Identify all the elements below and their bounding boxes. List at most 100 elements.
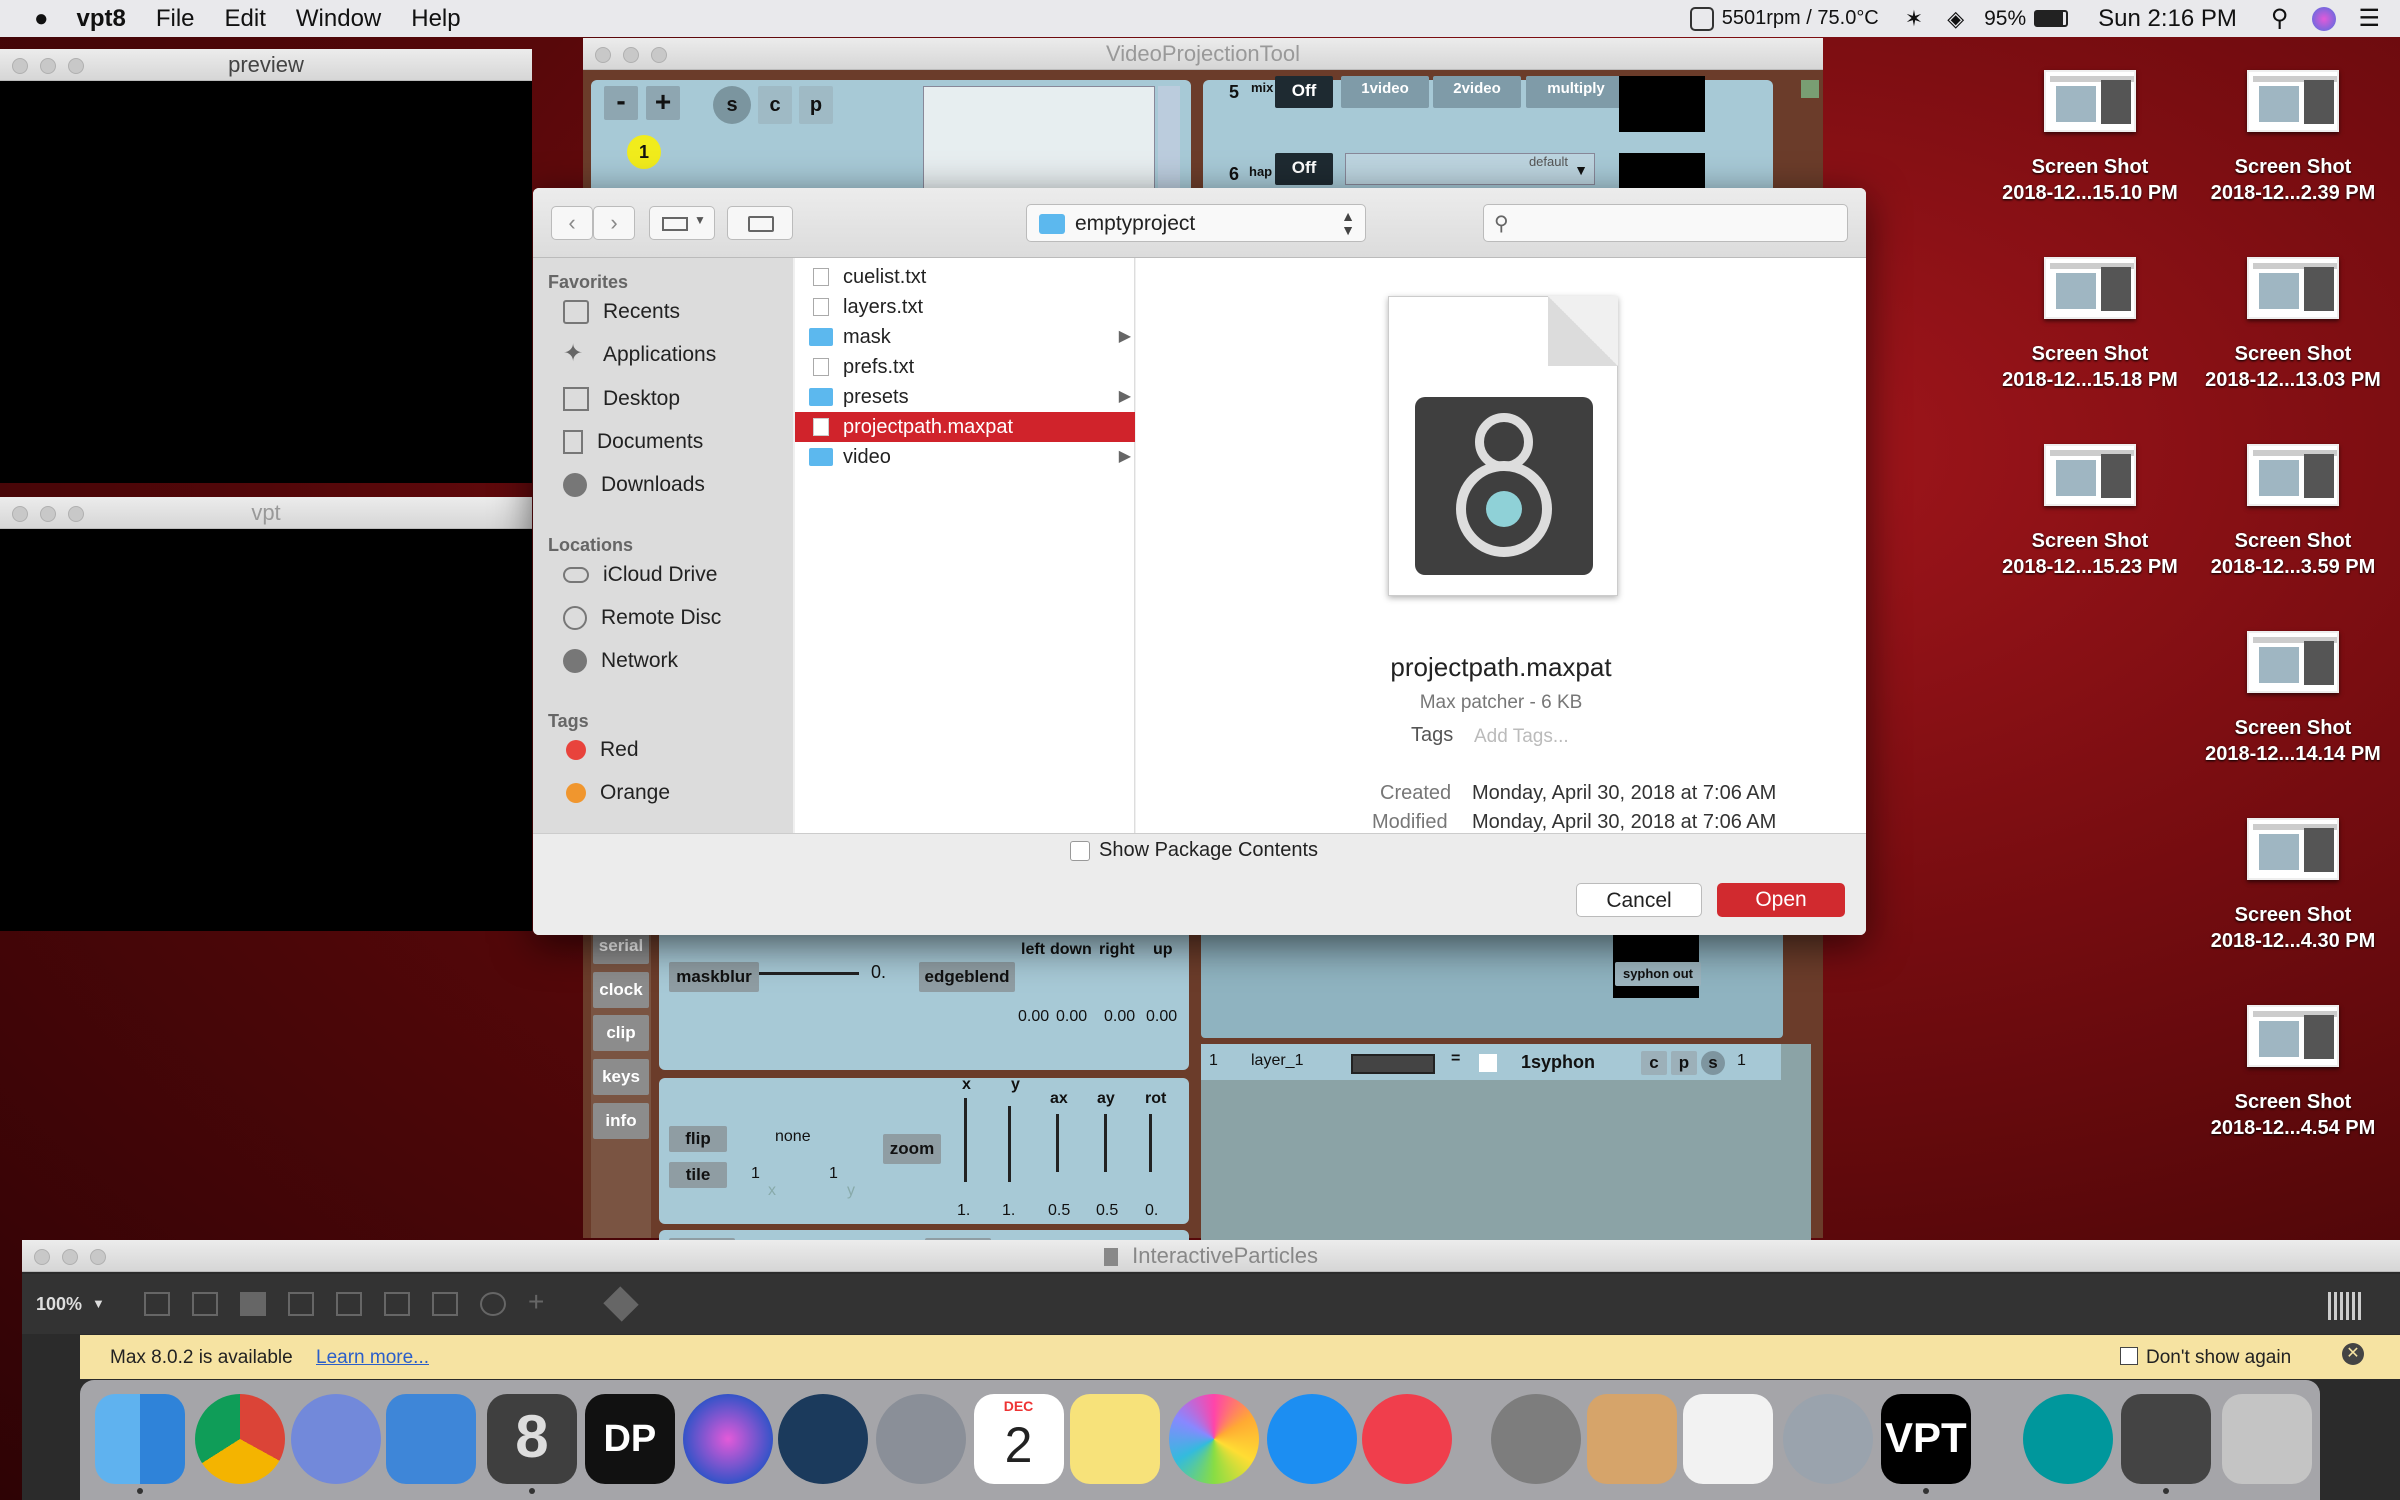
fan-status-icon[interactable] bbox=[1689, 6, 1714, 31]
discord-icon[interactable] bbox=[291, 1394, 382, 1484]
layer-p-button[interactable]: p bbox=[1671, 1051, 1697, 1075]
window-controls[interactable] bbox=[34, 1249, 106, 1265]
finder-icon[interactable] bbox=[95, 1394, 186, 1484]
bluetooth-icon[interactable]: ✶ bbox=[1905, 6, 1923, 32]
vpt-tool-title-bar[interactable]: VideoProjectionTool bbox=[583, 38, 1823, 70]
layer-row[interactable]: 1 layer_1 = 1syphon c p s 1 bbox=[1201, 1044, 1781, 1080]
maskblur-button[interactable]: maskblur bbox=[669, 962, 759, 992]
play-icon[interactable] bbox=[384, 1292, 410, 1316]
menu-edit[interactable]: Edit bbox=[225, 5, 266, 33]
photos-icon[interactable] bbox=[1169, 1394, 1260, 1484]
p-button[interactable]: p bbox=[799, 86, 833, 124]
tile-y-value[interactable]: 1 bbox=[829, 1165, 838, 1183]
siri-menu-icon[interactable] bbox=[2312, 6, 2337, 31]
edgeblend-button[interactable]: edgeblend bbox=[919, 962, 1015, 992]
file-row[interactable]: projectpath.maxpat bbox=[795, 412, 1135, 442]
zoom-button[interactable]: zoom bbox=[883, 1134, 941, 1164]
menu-window[interactable]: Window bbox=[296, 5, 381, 33]
sidebar-item-network[interactable]: Network bbox=[563, 649, 678, 673]
sidebar-item-remote-disc[interactable]: Remote Disc bbox=[563, 606, 721, 630]
file-row[interactable]: video ▶ bbox=[795, 442, 1135, 472]
screenshots-folder-icon[interactable] bbox=[2121, 1394, 2212, 1484]
close-button[interactable] bbox=[595, 47, 611, 63]
file-row[interactable]: layers.txt bbox=[795, 292, 1135, 322]
file-row[interactable]: cuelist.txt bbox=[795, 262, 1135, 292]
app-menu[interactable]: vpt8 bbox=[77, 5, 126, 33]
tab-keys[interactable]: keys bbox=[593, 1059, 649, 1095]
desktop-file-screenshot[interactable]: Screen Shot 2018-12...13.03 PM bbox=[2193, 257, 2393, 393]
zoom-button[interactable] bbox=[68, 506, 84, 522]
preview-title-bar[interactable]: preview bbox=[0, 49, 532, 81]
row5-tab-2video[interactable]: 2video bbox=[1433, 76, 1521, 108]
tab-info[interactable]: info bbox=[593, 1103, 649, 1139]
syphon-out-label[interactable]: syphon out bbox=[1615, 962, 1701, 986]
dont-show-checkbox[interactable] bbox=[2120, 1347, 2138, 1365]
vpt-icon[interactable]: VPT bbox=[1880, 1394, 1971, 1484]
minimize-button[interactable] bbox=[40, 58, 56, 74]
sidebar-item-applications[interactable]: ✦ Applications bbox=[563, 342, 716, 367]
panel-icon[interactable] bbox=[432, 1292, 458, 1316]
minimize-button[interactable] bbox=[40, 506, 56, 522]
zoom-level[interactable]: 100% bbox=[36, 1294, 82, 1315]
window-controls[interactable] bbox=[12, 506, 84, 522]
max-icon[interactable]: 8 bbox=[486, 1394, 577, 1484]
dont-show-label[interactable]: Don't show again bbox=[2146, 1347, 2291, 1369]
arduino-icon[interactable] bbox=[2023, 1394, 2114, 1484]
calculator-icon[interactable] bbox=[1587, 1394, 1678, 1484]
new-folder-button[interactable] bbox=[727, 206, 793, 240]
desktop-file-screenshot[interactable]: Screen Shot 2018-12...2.39 PM bbox=[2193, 70, 2393, 206]
gauge-icon[interactable] bbox=[480, 1292, 506, 1316]
comment-icon[interactable] bbox=[192, 1292, 218, 1316]
desktop-file-screenshot[interactable]: Screen Shot 2018-12...14.14 PM bbox=[2193, 631, 2393, 767]
layer-marker[interactable]: 1 bbox=[627, 135, 661, 169]
plus-button[interactable]: + bbox=[646, 86, 680, 120]
close-banner-icon[interactable]: ✕ bbox=[2342, 1343, 2364, 1365]
siri-icon[interactable] bbox=[682, 1394, 773, 1484]
row6-off-button[interactable]: Off bbox=[1275, 153, 1333, 185]
particles-title-bar[interactable]: InteractiveParticles bbox=[22, 1240, 2400, 1272]
view-mode-button[interactable]: ▼ bbox=[649, 206, 715, 240]
desktop-file-screenshot[interactable]: Screen Shot 2018-12...15.23 PM bbox=[1990, 444, 2190, 580]
row5-tab-1video[interactable]: 1video bbox=[1341, 76, 1429, 108]
apple-menu-icon[interactable]: ● bbox=[34, 5, 49, 33]
show-package-checkbox[interactable] bbox=[1070, 841, 1090, 861]
chrome-icon[interactable] bbox=[194, 1394, 285, 1484]
tab-clock[interactable]: clock bbox=[593, 972, 649, 1008]
maskblur-slider[interactable] bbox=[759, 972, 859, 975]
desktop-file-screenshot[interactable]: Screen Shot 2018-12...15.10 PM bbox=[1990, 70, 2190, 206]
dp-icon[interactable]: DP bbox=[584, 1394, 675, 1484]
file-row[interactable]: prefs.txt bbox=[795, 352, 1135, 382]
clock[interactable]: Sun 2:16 PM bbox=[2098, 5, 2237, 33]
sidebar-item-downloads[interactable]: Downloads bbox=[563, 473, 705, 497]
close-button[interactable] bbox=[12, 58, 28, 74]
desktop-file-screenshot[interactable]: Screen Shot 2018-12...4.54 PM bbox=[2193, 1005, 2393, 1141]
desktop-file-screenshot[interactable]: Screen Shot 2018-12...4.30 PM bbox=[2193, 818, 2393, 954]
menu-help[interactable]: Help bbox=[411, 5, 460, 33]
desktop-file-screenshot[interactable]: Screen Shot 2018-12...15.18 PM bbox=[1990, 257, 2190, 393]
flip-button[interactable]: flip bbox=[669, 1126, 727, 1152]
tile-x-value[interactable]: 1 bbox=[751, 1165, 760, 1183]
c-button[interactable]: c bbox=[758, 86, 792, 124]
scroll-up-button[interactable] bbox=[1801, 80, 1819, 98]
zoom-button[interactable] bbox=[651, 47, 667, 63]
spotlight-icon[interactable]: ⚲ bbox=[2271, 4, 2289, 33]
location-popup[interactable]: emptyproject ▲ ▼ bbox=[1026, 204, 1366, 242]
flip-value[interactable]: none bbox=[775, 1128, 811, 1146]
sidebar-tag-red[interactable]: Red bbox=[563, 738, 639, 762]
transform-x-slider[interactable] bbox=[964, 1098, 967, 1182]
preview-tags-field[interactable]: Add Tags... bbox=[1474, 726, 1569, 748]
layer-level-bar[interactable] bbox=[1351, 1054, 1435, 1074]
cancel-button[interactable]: Cancel bbox=[1576, 883, 1702, 917]
notification-center-icon[interactable]: ☰ bbox=[2358, 4, 2380, 33]
file-row[interactable]: presets ▶ bbox=[795, 382, 1135, 412]
desktop-file-screenshot[interactable]: Screen Shot 2018-12...3.59 PM bbox=[2193, 444, 2393, 580]
zoom-button[interactable] bbox=[90, 1249, 106, 1265]
window-controls[interactable] bbox=[595, 47, 667, 63]
transform-rot-slider[interactable] bbox=[1149, 1114, 1152, 1172]
lock-icon[interactable] bbox=[144, 1292, 170, 1316]
close-x-icon[interactable] bbox=[288, 1292, 314, 1316]
system-preferences-icon[interactable] bbox=[1490, 1394, 1581, 1484]
s-button[interactable]: s bbox=[713, 86, 751, 124]
notes-icon[interactable] bbox=[1069, 1394, 1160, 1484]
row6-default-dropdown[interactable]: default ▼ bbox=[1345, 153, 1595, 185]
